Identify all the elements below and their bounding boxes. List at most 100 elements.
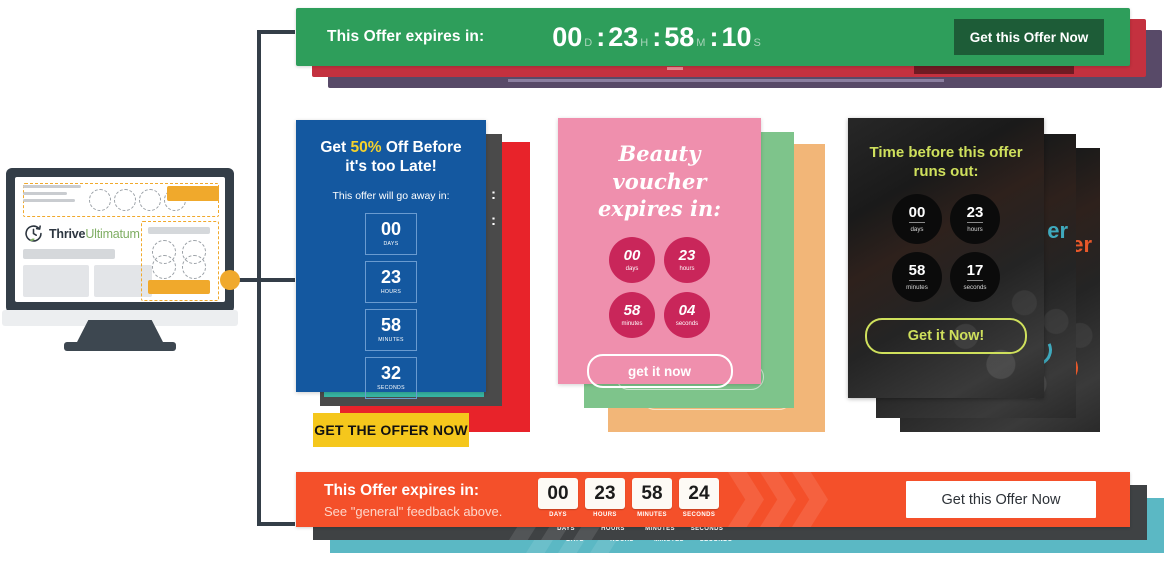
countdown-minutes-value: 58 [380,315,402,336]
countdown-cell-seconds: 24 SECONDS [679,478,719,518]
countdown-days-value: 00 [908,203,926,223]
screen-content-block [23,265,89,297]
countdown-days-value: 00 [538,478,578,509]
dark-card-countdown: 00 days 23 hours 58 minutes 17 seconds [876,193,1016,302]
screen-text-lines [23,185,83,206]
countdown-minutes-value: 58 [623,302,641,320]
pink-heading-line2: expires in: [597,196,722,222]
placeholder-circle-icon [89,189,111,211]
countdown-cell-minutes: 58 MINUTES [365,308,417,351]
countdown-hours-label: HOURS [593,512,617,518]
countdown-seconds-value: 32 [380,363,402,384]
countdown-seconds-value: 04 [678,302,696,320]
countdown-minutes-label: MINUTES [378,337,404,344]
placeholder-circle-icon [182,255,206,279]
countdown-seconds-unit: S [753,36,761,49]
pink-card-front: Beauty voucher expires in: 00 days 23 ho… [558,118,761,389]
pink-card-heading: Beauty voucher expires in: [558,140,761,223]
countdown-hours-label: HOURS [380,289,402,296]
bottom-banner-countdown: 00 DAYS 23 HOURS 58 MINUTES 24 SECONDS [538,478,719,518]
blue-card-countdown: 00 DAYS 23 HOURS 58 MINUTES 32 SECONDS [338,212,444,399]
countdown-minutes-value: 58 [664,21,695,52]
bottom-banner-cta-button[interactable]: Get this Offer Now [906,481,1096,518]
top-banner-label: This Offer expires in: [327,28,485,45]
pink-heading-line1: Beauty voucher [612,141,707,194]
dark-card-front: Time before this offer runs out: 00 days… [848,118,1044,398]
countdown-separator: : [709,21,719,52]
countdown-minutes-value: 58 [632,478,672,509]
top-banner-cta-button[interactable]: Get this Offer Now [954,19,1104,55]
placeholder-circle-icon [139,189,161,211]
countdown-hours-unit: H [640,36,649,49]
countdown-days-unit: D [584,36,593,49]
blue-card-stack: : : Get 50% Off Before it's too Late! Th… [296,120,546,447]
monitor-stand-neck [76,320,164,344]
screen-sidebar-region [141,221,219,301]
clock-leaf-icon [23,223,44,244]
top-banner-stack: This Offer expires in: 00 D : 23 H : 58 … [296,8,1162,100]
logo-secondary-text: Ultimatum [85,226,140,241]
countdown-cell-hours: 23 hours [664,237,710,284]
countdown-days-value: 00 [552,21,583,52]
connector-branch-middle [257,278,295,282]
connector-branch-bottom [257,522,295,526]
countdown-cell-days: 00 DAYS [538,478,578,518]
blue-card-front: Get 50% Off Before it's too Late! This o… [296,120,486,447]
thrive-ultimatum-logo: ThriveUltimatum [23,223,140,244]
countdown-separator: : [652,21,662,52]
monitor-screen: ThriveUltimatum [15,177,225,302]
countdown-hours-value: 23 [608,21,639,52]
screen-subtitle-bar [23,249,115,259]
screen-sidebar-button [148,280,210,294]
logo-primary-text: Thrive [49,226,86,241]
countdown-seconds-label: seconds [963,283,987,291]
dark-card-stack: er er Time before this offer runs out: 0… [848,118,1128,436]
countdown-seconds-value: 24 [679,478,719,509]
bottom-banner-stack: DAYS HOURS MINUTES SECONDS DAYS HOURS MI… [296,472,1166,582]
blue-heading-pre: Get [320,139,351,156]
countdown-cell-seconds: 32 SECONDS [365,356,417,399]
pink-card-stack: Beauty voucher expires in: 00 days 23 ho… [558,118,828,434]
countdown-minutes-label: minutes [906,283,928,291]
blue-heading-highlight: 50% [350,139,382,156]
countdown-cell-minutes: 58 MINUTES [632,478,672,518]
pink-card-countdown: 00 days 23 hours 58 minutes 04 seconds [592,237,728,339]
countdown-hours-value: 23 [678,247,696,265]
countdown-minutes-value: 58 [908,261,926,281]
connector-branch-top [257,30,295,34]
countdown-cell-hours: 23 HOURS [585,478,625,518]
countdown-seconds-label: seconds [675,321,699,328]
countdown-hours-label: hours [679,266,695,273]
countdown-cell-hours: 23 HOURS [365,260,417,303]
bottom-banner-front: This Offer expires in: See "general" fee… [296,472,1130,527]
countdown-hours-label: hours [967,225,983,233]
countdown-cell-minutes: 58 minutes [609,292,655,339]
monitor-illustration: ThriveUltimatum [2,168,242,353]
dark-heading-line2: runs out: [913,162,979,180]
countdown-days-label: DAYS [549,512,567,518]
dark-mid-ghost-text: er [1047,218,1068,243]
countdown-cell-days: 00 days [892,193,942,244]
screen-sidebar-bar [148,227,210,234]
top-banner-countdown: 00 D : 23 H : 58 M : 10 S [552,22,762,53]
pink-card-cta-button[interactable]: get it now [586,354,733,389]
countdown-days-value: 00 [380,219,402,240]
countdown-days-label: DAYS [383,241,399,248]
countdown-separator: : [596,21,606,52]
dark-card-heading: Time before this offer runs out: [848,144,1044,182]
countdown-seconds-label: SECONDS [682,512,716,518]
countdown-cell-seconds: 04 seconds [664,292,710,339]
countdown-seconds-value: 17 [966,261,984,281]
countdown-minutes-label: MINUTES [637,512,667,518]
placeholder-circle-icon [152,255,176,279]
countdown-cell-seconds: 17 seconds [950,251,1000,302]
countdown-days-value: 00 [623,247,641,265]
countdown-minutes-unit: M [696,36,706,49]
countdown-cell-days: 00 DAYS [365,212,417,255]
countdown-cell-days: 00 days [609,237,655,284]
blue-card-cta-button[interactable]: GET THE OFFER NOW [313,412,469,447]
campaign-template-overview: ThriveUltimatum This Offer expires in: 0… [0,0,1170,585]
countdown-days-label: days [625,266,639,273]
dark-card-cta-button[interactable]: Get it Now! [865,317,1027,354]
placeholder-circle-icon [114,189,136,211]
